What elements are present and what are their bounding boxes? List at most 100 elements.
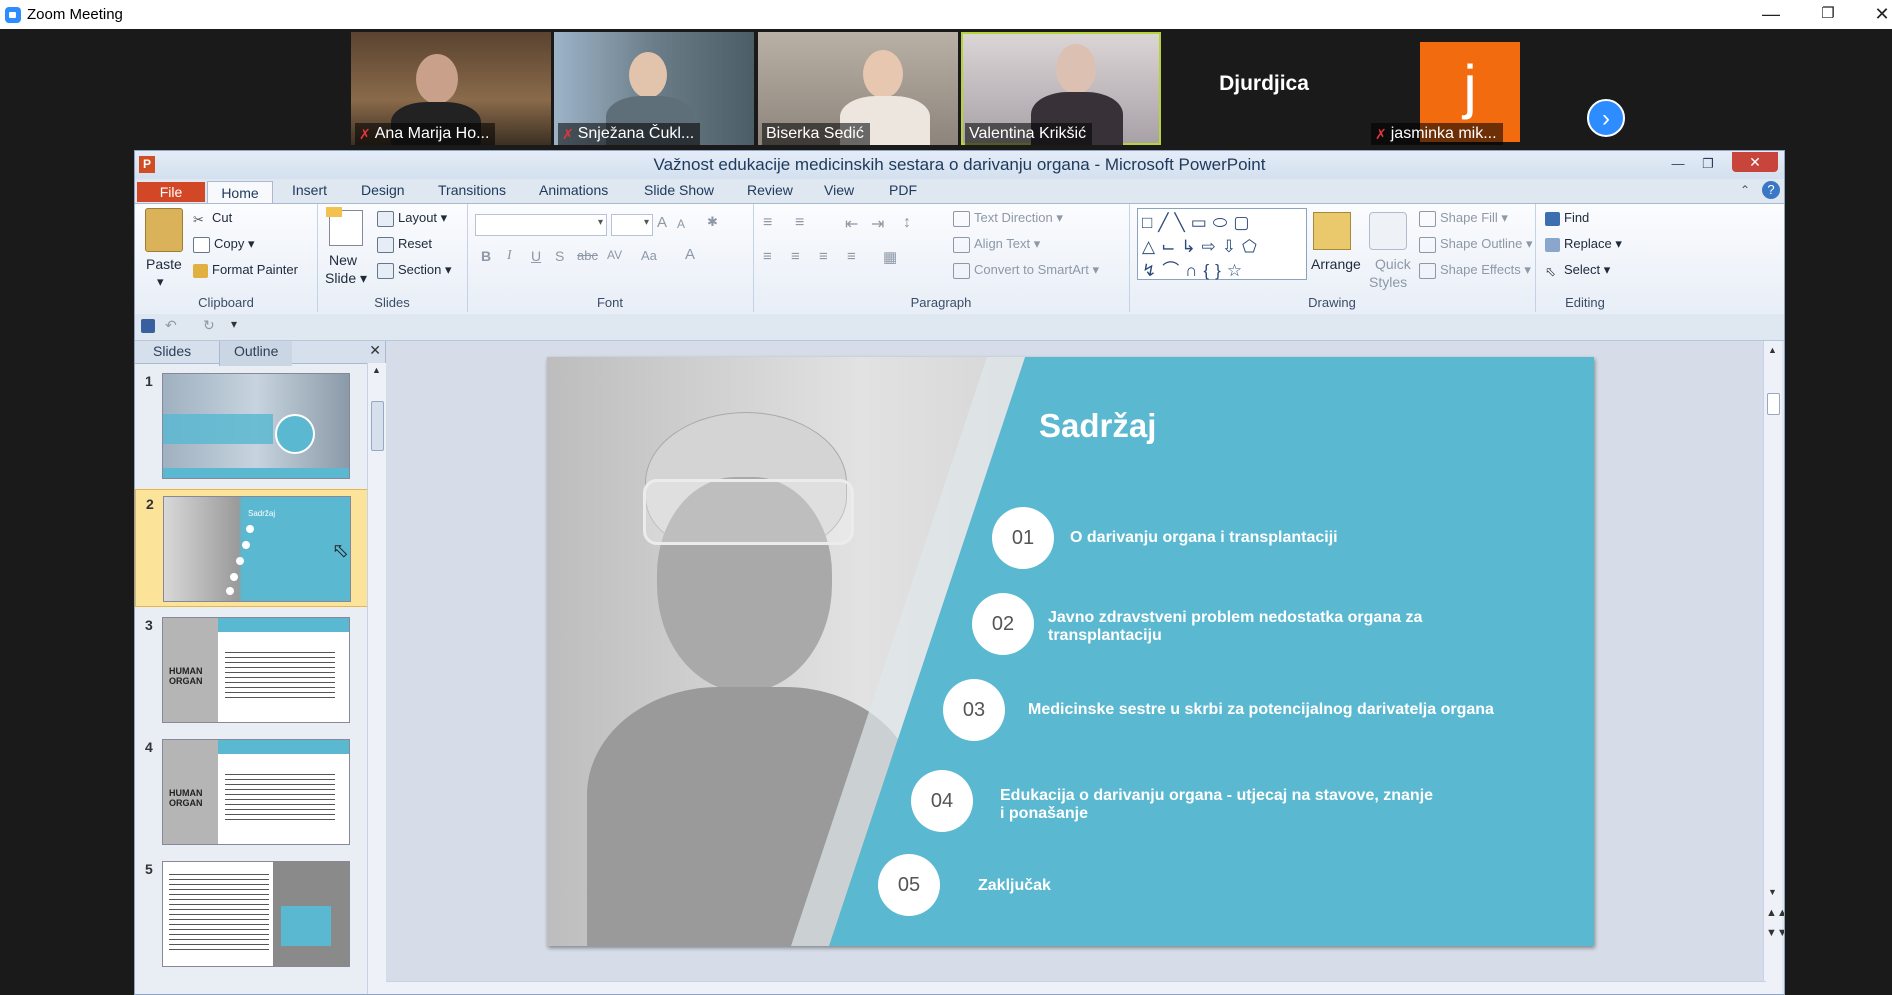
change-case-button[interactable]: Aa — [641, 248, 657, 263]
select-button[interactable]: ⬁ Select ▾ — [1545, 262, 1610, 279]
slide-thumbnail[interactable]: HUMAN ORGAN — [162, 617, 350, 723]
align-right-icon[interactable]: ≡ — [819, 248, 828, 265]
ppt-close-icon[interactable]: ✕ — [1732, 152, 1778, 172]
new-slide-button[interactable]: New — [329, 252, 357, 268]
align-center-icon[interactable]: ≡ — [791, 248, 800, 265]
numbering-icon[interactable]: ≡ — [795, 214, 804, 232]
close-icon[interactable]: ✕ — [1862, 2, 1892, 26]
restore-icon[interactable]: ❐ — [1808, 2, 1848, 26]
arrange-button[interactable]: Arrange — [1311, 256, 1361, 272]
grow-font-button[interactable]: A — [657, 214, 667, 231]
tab-design[interactable]: Design — [361, 182, 405, 198]
paste-dropdown-icon[interactable]: ▾ — [157, 274, 164, 290]
quick-styles-icon[interactable] — [1369, 212, 1407, 250]
text-direction-button[interactable]: Text Direction ▾ — [953, 210, 1063, 227]
quick-styles-button[interactable]: Quick — [1375, 256, 1411, 272]
arrange-icon[interactable] — [1313, 212, 1351, 250]
tab-outline[interactable]: Outline — [219, 341, 293, 366]
previous-slide-icon[interactable]: ▲▲ — [1766, 907, 1784, 919]
redo-icon[interactable]: ↻ — [203, 317, 215, 334]
minimize-icon[interactable]: — — [1751, 2, 1791, 26]
underline-button[interactable]: U — [531, 248, 541, 264]
decrease-indent-icon[interactable]: ⇤ — [845, 214, 858, 234]
shape-outline-button[interactable]: Shape Outline ▾ — [1419, 236, 1533, 253]
help-icon[interactable]: ? — [1762, 181, 1780, 199]
next-slide-icon[interactable]: ▼▼ — [1766, 927, 1784, 939]
slide-thumbnail[interactable] — [162, 861, 350, 967]
scroll-down-icon[interactable]: ▼ — [1768, 887, 1777, 897]
layout-button[interactable]: Layout ▾ — [377, 210, 447, 227]
justify-icon[interactable]: ≡ — [847, 248, 856, 265]
slide-thumbnail-row[interactable]: 4 HUMAN ORGAN — [135, 733, 367, 849]
tab-slides[interactable]: Slides — [153, 343, 191, 359]
minimize-ribbon-icon[interactable]: ⌃ — [1740, 183, 1750, 197]
character-spacing-button[interactable]: AV — [607, 248, 622, 262]
scroll-up-icon[interactable]: ▲ — [372, 365, 381, 375]
shape-effects-button[interactable]: Shape Effects ▾ — [1419, 262, 1531, 279]
next-page-icon[interactable]: › — [1587, 99, 1625, 137]
slide-thumbnail[interactable]: HUMAN ORGAN — [162, 739, 350, 845]
tab-home[interactable]: Home — [207, 181, 273, 204]
participant-tile[interactable]: Djurdjica — [1164, 32, 1364, 145]
quick-styles-button-2[interactable]: Styles — [1369, 274, 1407, 290]
tab-review[interactable]: Review — [747, 182, 793, 198]
new-slide-icon[interactable] — [326, 207, 363, 246]
slide-thumbnail[interactable] — [162, 373, 350, 479]
close-pane-icon[interactable]: ✕ — [369, 342, 381, 359]
scrollbar-thumb[interactable] — [1767, 393, 1780, 415]
scrollbar-thumb[interactable] — [371, 401, 384, 451]
tab-insert[interactable]: Insert — [292, 182, 327, 198]
tab-pdf[interactable]: PDF — [889, 182, 917, 198]
slide-canvas[interactable]: Sadržaj 01 O darivanju organa i transpla… — [386, 341, 1766, 994]
participant-tile[interactable]: Biserka Sedić — [758, 32, 958, 145]
ppt-minimize-icon[interactable]: — — [1664, 154, 1692, 174]
scroll-up-icon[interactable]: ▲ — [1768, 345, 1777, 355]
tab-animations[interactable]: Animations — [539, 182, 608, 198]
increase-indent-icon[interactable]: ⇥ — [871, 214, 884, 234]
cut-button[interactable]: ✂ Cut — [193, 210, 232, 227]
shrink-font-button[interactable]: A — [677, 217, 685, 231]
current-slide[interactable]: Sadržaj 01 O darivanju organa i transpla… — [547, 357, 1594, 946]
customize-toolbar-icon[interactable]: ▾ — [231, 317, 237, 331]
shadow-button[interactable]: S — [555, 248, 564, 264]
find-button[interactable]: Find — [1545, 210, 1589, 226]
replace-button[interactable]: Replace ▾ — [1545, 236, 1622, 252]
slide-thumbnail[interactable]: Sadržaj — [163, 496, 351, 602]
slides-pane-scrollbar[interactable]: ▲ — [367, 363, 386, 994]
copy-button[interactable]: Copy ▾ — [193, 236, 255, 253]
tab-slide-show[interactable]: Slide Show — [644, 182, 714, 198]
align-text-button[interactable]: Align Text ▾ — [953, 236, 1040, 253]
section-button[interactable]: Section ▾ — [377, 262, 452, 279]
participant-tile[interactable]: ✗ Snježana Čukl... — [554, 32, 754, 145]
new-slide-button-2[interactable]: Slide ▾ — [325, 270, 367, 287]
line-spacing-icon[interactable]: ↕ — [903, 214, 911, 232]
font-size-select[interactable]: ▾ — [611, 214, 653, 236]
participant-tile[interactable]: j ✗ jasminka mik... — [1367, 32, 1567, 145]
slide-thumbnail-row[interactable]: 1 — [135, 367, 367, 483]
tab-transitions[interactable]: Transitions — [438, 182, 506, 198]
shapes-gallery[interactable]: □╱╲▭⬭▢ △⌙↳⇨⇩⬠ ↯⌒∩{}☆ — [1137, 208, 1307, 280]
align-left-icon[interactable]: ≡ — [763, 248, 772, 265]
ppt-restore-icon[interactable]: ❐ — [1694, 154, 1722, 174]
tab-file[interactable]: File — [137, 182, 205, 202]
columns-icon[interactable]: ▦ — [883, 248, 897, 266]
slide-thumbnail-row[interactable]: 5 — [135, 855, 367, 971]
format-painter-button[interactable]: Format Painter — [193, 262, 298, 278]
bold-button[interactable]: B — [481, 248, 491, 264]
shape-fill-button[interactable]: Shape Fill ▾ — [1419, 210, 1508, 227]
slide-thumbnail-row-selected[interactable]: 2 Sadržaj ⬁ — [135, 489, 369, 607]
reset-button[interactable]: Reset — [377, 236, 432, 253]
font-family-select[interactable]: ▾ — [475, 214, 607, 236]
participant-tile[interactable]: ✗ Ana Marija Ho... — [351, 32, 551, 145]
slide-vertical-scrollbar[interactable]: ▲ ▼ ▲▲ ▼▼ — [1763, 341, 1784, 994]
save-icon[interactable] — [141, 319, 155, 333]
strikethrough-button[interactable]: abc — [577, 248, 598, 263]
tab-view[interactable]: View — [824, 182, 854, 198]
paste-button[interactable]: Paste — [146, 256, 182, 272]
slide-thumbnail-row[interactable]: 3 HUMAN ORGAN — [135, 611, 367, 727]
convert-smartart-button[interactable]: Convert to SmartArt ▾ — [953, 262, 1099, 279]
bullets-icon[interactable]: ≡ — [763, 214, 772, 232]
undo-icon[interactable]: ↶ — [165, 317, 177, 334]
clear-formatting-icon[interactable]: ✱ — [707, 214, 718, 230]
italic-button[interactable]: I — [507, 248, 512, 264]
